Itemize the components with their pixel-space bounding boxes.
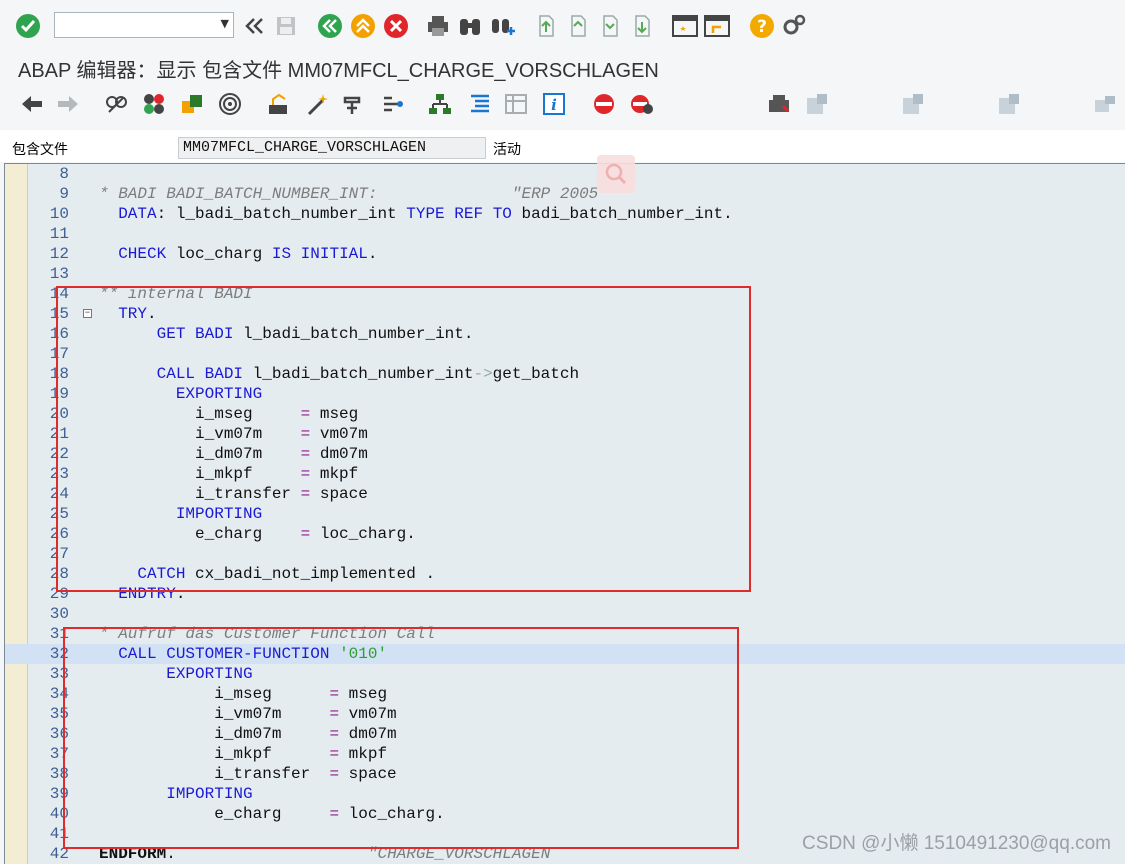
line-number: 13 xyxy=(49,265,69,283)
code-text: DATA: l_badi_batch_number_int TYPE REF T… xyxy=(118,205,733,223)
code-line[interactable]: 13 xyxy=(5,264,1125,284)
first-page-icon[interactable] xyxy=(532,12,560,40)
next-page-icon[interactable] xyxy=(596,12,624,40)
more-icon[interactable] xyxy=(1090,90,1118,118)
line-number: 8 xyxy=(59,165,69,183)
replace-icon[interactable] xyxy=(898,90,926,118)
code-line[interactable]: 30 xyxy=(5,604,1125,624)
command-field[interactable]: ▼ xyxy=(54,12,234,38)
previous-page-icon[interactable] xyxy=(564,12,592,40)
cancel-icon[interactable] xyxy=(382,12,410,40)
page-title: ABAP 编辑器：显示 包含文件 MM07MFCL_CHARGE_VORSCHL… xyxy=(18,60,659,82)
code-text: CHECK loc_charg IS INITIAL. xyxy=(118,245,378,263)
table-view-icon[interactable] xyxy=(502,90,530,118)
forward-navigation-icon[interactable] xyxy=(54,90,82,118)
chevron-down-icon[interactable]: ▼ xyxy=(221,17,229,30)
code-line[interactable]: 10 DATA: l_badi_batch_number_int TYPE RE… xyxy=(5,204,1125,224)
svg-text:i: i xyxy=(551,96,557,114)
enter-check-icon[interactable] xyxy=(14,12,42,40)
object-list-icon[interactable] xyxy=(264,90,292,118)
back-icon[interactable] xyxy=(316,12,344,40)
highlight-box-badi xyxy=(56,286,751,592)
include-file-label: 包含文件 xyxy=(12,141,68,157)
last-page-icon[interactable] xyxy=(628,12,656,40)
activate-icon[interactable] xyxy=(178,90,206,118)
system-toolbar: ▼ ? xyxy=(0,0,1125,52)
code-line[interactable]: 11 xyxy=(5,224,1125,244)
svg-text:?: ? xyxy=(757,17,767,37)
line-number: 9 xyxy=(59,185,69,203)
delete-icon[interactable] xyxy=(994,90,1022,118)
application-toolbar: i 模式 插入 替换 删除 xyxy=(0,86,1125,205)
magic-wand-icon[interactable] xyxy=(304,90,332,118)
insert-icon[interactable] xyxy=(802,90,830,118)
watermark: CSDN @小懒 1510491230@qq.com xyxy=(802,833,1111,854)
find-next-icon[interactable] xyxy=(488,12,516,40)
new-session-icon[interactable] xyxy=(671,12,699,40)
code-line[interactable]: 12 CHECK loc_charg IS INITIAL. xyxy=(5,244,1125,264)
navigation-tree-icon[interactable] xyxy=(378,90,406,118)
line-number: 11 xyxy=(49,225,69,243)
highlight-box-customer-function xyxy=(63,627,739,849)
shortcut-icon[interactable] xyxy=(703,12,731,40)
include-field-row xyxy=(0,130,1125,162)
print-icon[interactable] xyxy=(424,12,452,40)
hierarchy-icon[interactable] xyxy=(426,90,454,118)
session-breakpoint-icon[interactable] xyxy=(628,90,656,118)
code-line[interactable]: 9 * BADI BADI_BATCH_NUMBER_INT: "ERP 2005 xyxy=(5,184,1125,204)
exit-icon[interactable] xyxy=(349,12,377,40)
back-arrow-icon[interactable] xyxy=(240,12,268,40)
breakpoint-icon[interactable] xyxy=(340,90,368,118)
display-change-icon[interactable] xyxy=(102,90,130,118)
status-label: 活动 xyxy=(493,141,521,157)
where-used-icon[interactable] xyxy=(216,90,244,118)
find-icon[interactable] xyxy=(456,12,484,40)
save-icon[interactable] xyxy=(272,12,300,40)
stop-breakpoint-icon[interactable] xyxy=(590,90,618,118)
info-icon[interactable]: i xyxy=(540,90,568,118)
code-line[interactable]: 8 xyxy=(5,164,1125,184)
outline-icon[interactable] xyxy=(466,90,494,118)
help-icon[interactable]: ? xyxy=(748,12,776,40)
search-icon[interactable] xyxy=(597,155,635,193)
code-text: * BADI BADI_BATCH_NUMBER_INT: "ERP 2005 xyxy=(99,185,599,203)
back-navigation-icon[interactable] xyxy=(18,90,46,118)
line-number: 30 xyxy=(49,605,69,623)
settings-icon[interactable] xyxy=(780,12,808,40)
line-number: 10 xyxy=(49,205,69,223)
line-number: 12 xyxy=(49,245,69,263)
pretty-printer-icon[interactable] xyxy=(765,90,793,118)
check-object-icon[interactable] xyxy=(140,90,168,118)
include-file-field[interactable]: MM07MFCL_CHARGE_VORSCHLAGEN xyxy=(178,137,486,159)
